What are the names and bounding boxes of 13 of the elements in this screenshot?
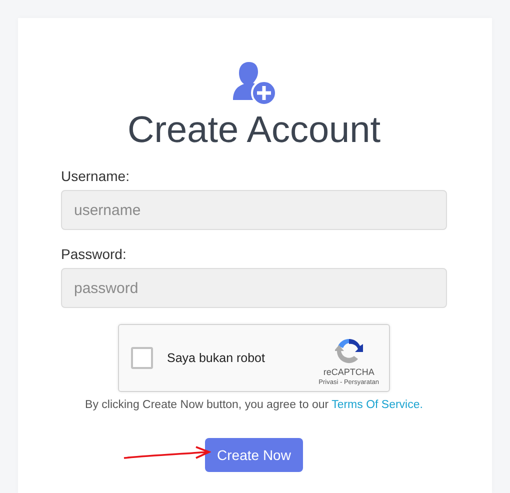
recaptcha-label: reCAPTCHA [323,366,374,376]
terms-link[interactable]: Terms Of Service. [332,399,423,411]
create-now-button[interactable]: Create Now [205,438,303,472]
terms-text: By clicking Create Now button, you agree to our Terms Of Service. [84,399,424,411]
field-label: Password: [61,246,126,262]
add-user-icon [231,60,277,106]
recaptcha-icon [334,336,363,364]
input-field[interactable]: username [61,190,447,230]
field-label: Username: [61,168,130,184]
input-field[interactable]: password [61,268,447,308]
checkbox-label: Saya bukan robot [167,351,266,365]
page-title: Create Account [128,108,380,152]
checkbox[interactable] [131,347,153,369]
